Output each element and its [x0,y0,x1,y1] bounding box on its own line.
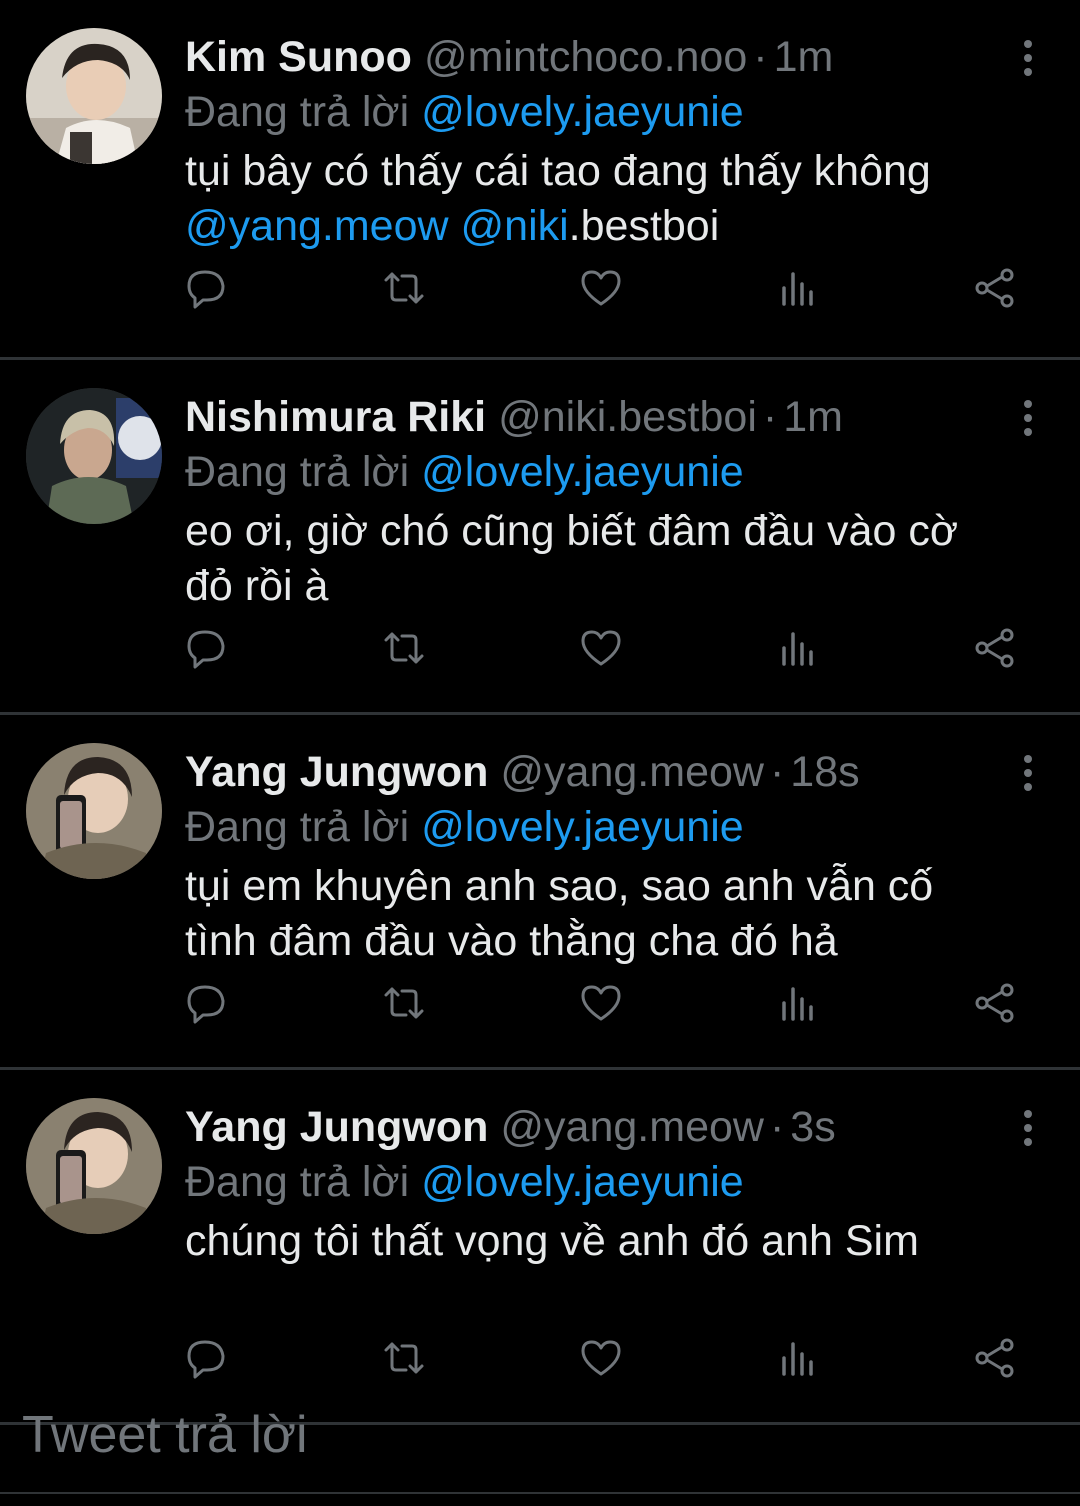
tweet-header: Yang Jungwon @yang.meow · 18s [185,745,1010,799]
retweet-icon[interactable] [382,1336,426,1380]
tweet-actions [185,626,1025,670]
display-name[interactable]: Nishimura Riki [185,393,486,441]
avatar[interactable] [26,743,162,879]
share-icon[interactable] [973,266,1017,310]
username[interactable]: @yang.meow [500,748,764,796]
avatar-photo-icon [26,28,162,164]
separator: · [769,748,785,796]
replying-to-mention[interactable]: @lovely.jaeyunie [421,448,744,496]
tweet-text-line: chúng tôi thất vọng về anh đó anh Sim [185,1217,919,1265]
mention-link[interactable]: @niki [461,202,569,250]
retweet-icon[interactable] [382,981,426,1025]
like-icon[interactable] [579,266,623,310]
avatar-photo-icon [26,743,162,879]
tweet-header: Yang Jungwon @yang.meow · 3s [185,1100,1010,1154]
share-icon[interactable] [973,1336,1017,1380]
replying-prefix: Đang trả lời [185,1158,410,1206]
share-icon[interactable] [973,981,1017,1025]
avatar[interactable] [26,28,162,164]
tweet[interactable]: Kim Sunoo @mintchoco.noo · 1m Đang trả lời … [0,0,1080,360]
tweet-text: tụi em khuyên anh sao, sao anh vẫn cố tì… [185,859,1010,969]
timestamp[interactable]: 1m [783,393,843,441]
display-name[interactable]: Yang Jungwon [185,748,488,796]
analytics-icon[interactable] [776,266,820,310]
tweet-actions [185,266,1025,310]
avatar-photo-icon [26,1098,162,1234]
replying-to: Đang trả lời @lovely.jaeyunie [185,444,1010,500]
separator: · [769,1103,785,1151]
username[interactable]: @niki.bestboi [498,393,757,441]
reply-icon[interactable] [185,981,229,1025]
tweet-text: eo ơi, giờ chó cũng biết đâm đầu vào cờ … [185,504,1010,614]
tweet-header: Kim Sunoo @mintchoco.noo · 1m [185,30,1010,84]
tweet[interactable]: Nishimura Riki @niki.bestboi · 1m Đang trả … [0,360,1080,715]
replying-to-mention[interactable]: @lovely.jaeyunie [421,1158,744,1206]
avatar[interactable] [26,388,162,524]
reply-icon[interactable] [185,1336,229,1380]
like-icon[interactable] [579,626,623,670]
separator: · [753,33,768,81]
share-icon[interactable] [973,626,1017,670]
more-options-icon[interactable] [1016,753,1040,793]
mention-link[interactable]: @yang.meow [185,202,449,250]
tweet-text-line: tụi bây có thấy cái tao đang thấy không [185,147,931,195]
separator: · [762,393,778,441]
tweet-text-line: tụi em khuyên anh sao, sao anh vẫn cố [185,862,934,910]
more-options-icon[interactable] [1016,38,1040,78]
replying-to-mention[interactable]: @lovely.jaeyunie [421,88,744,136]
replying-to: Đang trả lời @lovely.jaeyunie [185,1154,1010,1210]
replying-prefix: Đang trả lời [185,88,410,136]
timestamp[interactable]: 3s [790,1103,835,1151]
analytics-icon[interactable] [776,1336,820,1380]
tweet-text-line: đỏ rồi à [185,562,329,610]
replying-to: Đang trả lời @lovely.jaeyunie [185,84,1010,140]
tweet-text-line: tình đâm đầu vào thằng cha đó hả [185,917,838,965]
replying-prefix: Đang trả lời [185,803,410,851]
more-options-icon[interactable] [1016,398,1040,438]
tweet-text: tụi bây có thấy cái tao đang thấy không … [185,144,1010,254]
tweet-text: chúng tôi thất vọng về anh đó anh Sim [185,1214,1010,1269]
timestamp[interactable]: 1m [774,33,834,81]
reply-input[interactable] [22,1400,922,1470]
replying-to-mention[interactable]: @lovely.jaeyunie [421,803,744,851]
display-name[interactable]: Yang Jungwon [185,1103,488,1151]
timestamp[interactable]: 18s [790,748,859,796]
tweet-actions [185,981,1025,1025]
retweet-icon[interactable] [382,626,426,670]
tweet-header: Nishimura Riki @niki.bestboi · 1m [185,390,1010,444]
retweet-icon[interactable] [382,266,426,310]
avatar[interactable] [26,1098,162,1234]
reply-icon[interactable] [185,266,229,310]
reply-thread: Kim Sunoo @mintchoco.noo · 1m Đang trả lời … [0,0,1080,1425]
analytics-icon[interactable] [776,626,820,670]
replying-prefix: Đang trả lời [185,448,410,496]
like-icon[interactable] [579,981,623,1025]
tweet-text-line: eo ơi, giờ chó cũng biết đâm đầu vào cờ [185,507,959,555]
display-name[interactable]: Kim Sunoo [185,33,412,81]
username[interactable]: @mintchoco.noo [424,33,747,81]
avatar-photo-icon [26,388,162,524]
tweet-actions [185,1336,1025,1380]
tweet[interactable]: Yang Jungwon @yang.meow · 3s Đang trả lời @… [0,1070,1080,1425]
username[interactable]: @yang.meow [500,1103,764,1151]
like-icon[interactable] [579,1336,623,1380]
tweet-text-line: @yang.meow @niki.bestboi [185,199,1010,254]
tweet[interactable]: Yang Jungwon @yang.meow · 18s Đang trả lời … [0,715,1080,1070]
reply-composer [0,1376,1080,1494]
mention-tail-text: .bestboi [568,202,720,250]
replying-to: Đang trả lời @lovely.jaeyunie [185,799,1010,855]
analytics-icon[interactable] [776,981,820,1025]
reply-icon[interactable] [185,626,229,670]
more-options-icon[interactable] [1016,1108,1040,1148]
